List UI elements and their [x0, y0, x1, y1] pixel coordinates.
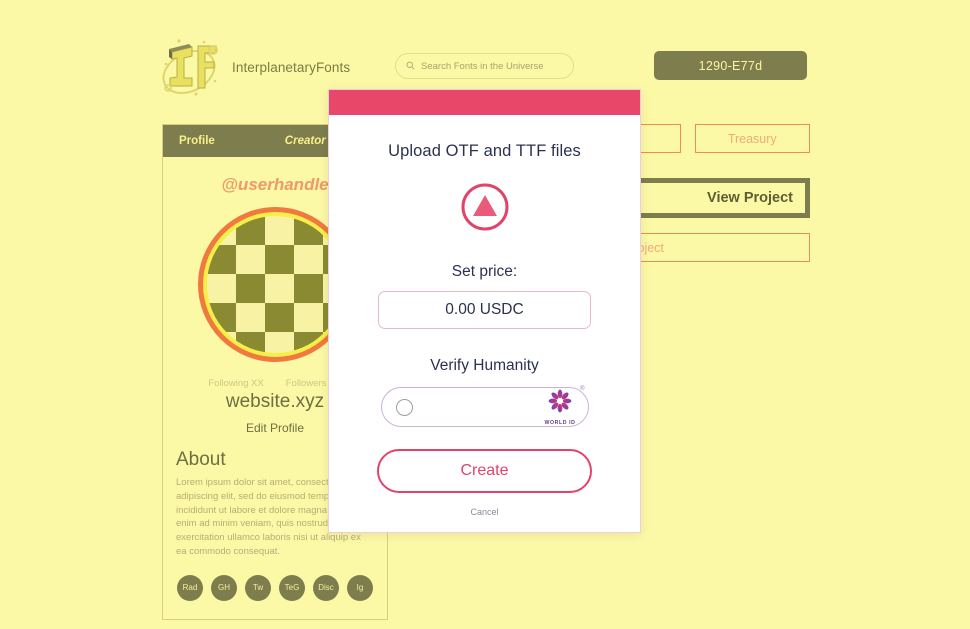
- modal-title: Upload OTF and TTF files: [388, 142, 581, 160]
- worldid-verify-widget[interactable]: WORLD ID ®: [380, 386, 589, 427]
- registered-mark-icon: ®: [580, 386, 585, 392]
- wallet-address-button[interactable]: 1290-E77d: [654, 51, 807, 80]
- worldid-logo-icon: [547, 388, 573, 419]
- price-label: Set price:: [451, 263, 518, 280]
- modal-header-bar: [329, 90, 640, 115]
- social-badge-gh[interactable]: GH: [211, 574, 237, 601]
- worldid-checkbox[interactable]: [395, 398, 413, 416]
- price-input[interactable]: [378, 291, 591, 329]
- brand-name: InterplanetaryFonts: [232, 59, 351, 75]
- cancel-button[interactable]: Cancel: [470, 507, 498, 517]
- app-root: InterplanetaryFonts Search Fonts in the …: [0, 0, 970, 629]
- social-badge-ig[interactable]: Ig: [347, 574, 373, 601]
- brand[interactable]: InterplanetaryFonts: [158, 36, 350, 98]
- if-monogram-logo-icon: [158, 36, 220, 98]
- modal-body: Upload OTF and TTF files Set price: Veri…: [329, 115, 640, 517]
- following-count: Following XX: [208, 378, 264, 389]
- verify-humanity-label: Verify Humanity: [430, 357, 539, 374]
- search-input[interactable]: Search Fonts in the Universe: [395, 53, 574, 79]
- search-icon: [406, 57, 415, 75]
- social-badge-teg[interactable]: TeG: [279, 574, 305, 601]
- tab-creator[interactable]: Creator: [285, 135, 326, 147]
- create-button[interactable]: Create: [377, 449, 592, 493]
- social-badges: Rad GH Tw TeG Disc Ig: [163, 574, 387, 601]
- tab-profile[interactable]: Profile: [179, 135, 215, 147]
- worldid-brand: WORLD ID ®: [544, 386, 584, 426]
- social-badge-rad[interactable]: Rad: [177, 574, 203, 601]
- upload-modal: Upload OTF and TTF files Set price: Veri…: [328, 89, 641, 533]
- treasury-button[interactable]: Treasury: [694, 124, 810, 153]
- social-badge-tw[interactable]: Tw: [245, 574, 271, 601]
- upload-triangle-icon[interactable]: [461, 161, 509, 236]
- worldid-brand-text: WORLD ID: [544, 420, 576, 426]
- search-placeholder: Search Fonts in the Universe: [421, 60, 544, 72]
- social-badge-disc[interactable]: Disc: [313, 574, 339, 601]
- checkerboard-avatar-icon: [206, 216, 344, 353]
